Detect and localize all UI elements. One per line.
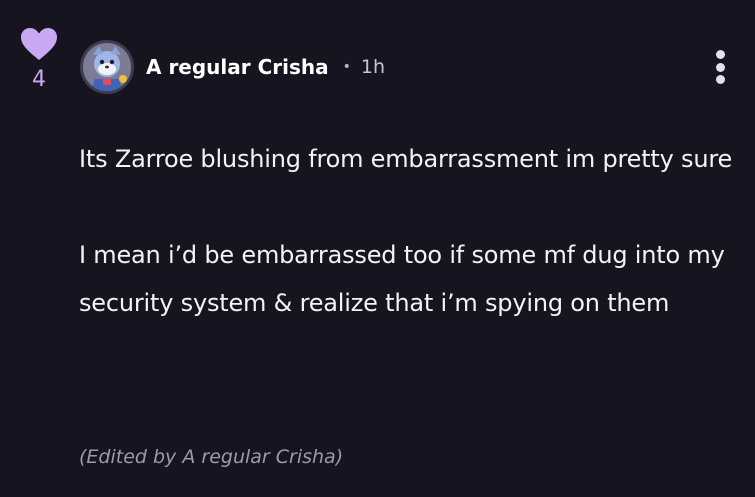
avatar-image: [83, 43, 131, 91]
edited-note: (Edited by A regular Crisha): [79, 446, 344, 468]
comment-body: Its Zarroe blushing from embarrassment i…: [79, 135, 739, 327]
comment-header: A regular Crisha • 1h: [146, 52, 385, 82]
heart-icon[interactable]: [19, 26, 59, 62]
timestamp: 1h: [360, 56, 386, 78]
separator-dot: •: [342, 59, 351, 75]
more-dot: [715, 50, 725, 59]
vote-column: 4: [18, 26, 60, 92]
more-dot: [715, 75, 725, 84]
author-name[interactable]: A regular Crisha: [146, 55, 329, 79]
avatar[interactable]: [80, 40, 134, 94]
vote-count: 4: [32, 67, 46, 92]
comment-paragraph: Its Zarroe blushing from embarrassment i…: [79, 145, 733, 173]
more-options-icon[interactable]: [708, 50, 732, 84]
more-dot: [715, 62, 725, 72]
comment-paragraph: I mean i’d be embarrassed too if some mf…: [79, 241, 725, 317]
